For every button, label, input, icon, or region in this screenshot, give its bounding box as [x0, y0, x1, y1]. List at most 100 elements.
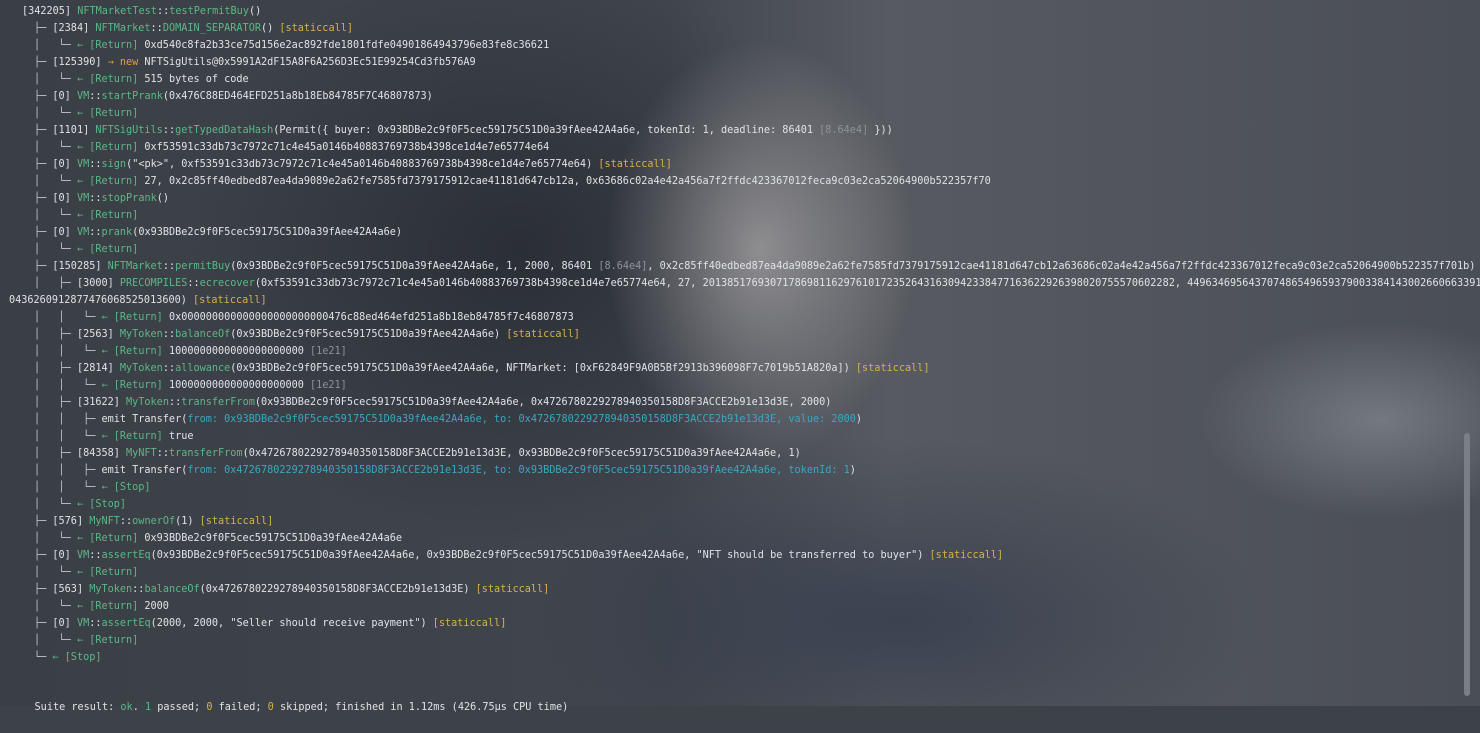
trace-line: ├─ [0] VM::assertEq(2000, 2000, "Seller …: [34, 615, 506, 632]
trace-segment: ::: [168, 397, 182, 408]
trace-segment: ← [Return]: [76, 533, 145, 544]
trace-segment: MyToken: [89, 584, 133, 595]
trace-segment: VM: [76, 550, 90, 561]
trace-line: │ └─ ← [Return]: [34, 564, 138, 581]
trace-segment: assertEq: [101, 618, 151, 629]
trace-line: [342205] NFTMarketTest::testPermitBuy(): [22, 3, 261, 20]
trace-segment: [342205]: [22, 6, 78, 17]
trace-line: ├─ [0] VM::startPrank(0x476C88ED464EFD25…: [34, 88, 433, 105]
trace-segment: (0x476C88ED464EFD251a8b18Eb84785F7C46807…: [162, 91, 433, 102]
trace-line: │ │ └─ ← [Return] 1000000000000000000000…: [34, 343, 347, 360]
terminal-output: [342205] NFTMarketTest::testPermitBuy()├…: [0, 0, 1480, 713]
trace-line: │ │ ├─ emit Transfer(from: 0x93BDBe2c9f0…: [34, 411, 862, 428]
scrollbar-thumb[interactable]: [1464, 433, 1470, 696]
trace-segment: ├─: [34, 516, 53, 527]
trace-segment: ::: [156, 448, 169, 459]
trace-segment: │ └─: [34, 635, 77, 646]
trace-segment: (0x4726780229278940350158D8F3ACCE2b91e13…: [242, 448, 801, 459]
trace-line: ├─ [0] VM::sign("<pk>", 0xf53591c33db73c…: [34, 156, 672, 173]
trace-segment: ::: [89, 550, 102, 561]
trace-segment: (0x93BDBe2c9f0F5cec59175C51D0a39fAee42A4…: [132, 227, 403, 238]
trace-segment: prank: [101, 227, 133, 238]
trace-segment: ::: [162, 363, 176, 374]
trace-segment: MyToken: [126, 397, 169, 408]
trace-segment: ├─: [34, 23, 53, 34]
trace-segment: (): [260, 23, 280, 34]
trace-segment: ← [Return]: [76, 176, 145, 187]
suite-result-prefix: Suite result:: [34, 702, 121, 713]
trace-segment: ├─: [34, 618, 53, 629]
trace-segment: VM: [76, 227, 90, 238]
trace-segment: │ │ └─: [34, 346, 102, 357]
trace-segment: ← [Return]: [101, 431, 169, 442]
trace-segment: 27, 0x2c85ff40edbed87ea4da9089e2a62fe758…: [144, 176, 991, 187]
trace-segment: → new: [107, 57, 145, 68]
suite-result-line: Suite result: ok. 1 passed; 0 failed; 0 …: [10, 682, 569, 713]
trace-segment: NFTMarket: [95, 23, 151, 34]
trace-line: │ └─ ← [Return] 0xf53591c33db73c7972c71c…: [34, 139, 549, 156]
trace-segment: [31622]: [76, 397, 127, 408]
trace-segment: VM: [76, 193, 90, 204]
trace-segment: true: [168, 431, 194, 442]
trace-segment: │ └─: [34, 40, 77, 51]
trace-segment: NFTMarket: [107, 261, 163, 272]
trace-line: ├─ [0] VM::prank(0x93BDBe2c9f0F5cec59175…: [34, 224, 402, 241]
trace-segment: NFTSigUtils: [95, 125, 163, 136]
trace-segment: NFTSigUtils@0x5991A2dF15A8F6A256D3Ec51E9…: [144, 57, 476, 68]
trace-segment: [125390]: [52, 57, 108, 68]
trace-line: │ └─ ← [Return] 0xd540c8fa2b33ce75d156e2…: [34, 37, 549, 54]
trace-segment: VM: [76, 159, 90, 170]
trace-segment: ::: [119, 516, 133, 527]
trace-segment: sign: [101, 159, 127, 170]
trace-line: ├─ [576] MyNFT::ownerOf(1) [staticcall]: [34, 513, 273, 530]
trace-segment: balanceOf: [175, 329, 231, 340]
trace-segment: ::: [89, 227, 102, 238]
trace-segment: [2384]: [52, 23, 96, 34]
trace-segment: MyToken: [119, 329, 163, 340]
trace-segment: , 0x2c85ff40edbed87ea4da9089e2a62fe7585f…: [647, 261, 1476, 272]
trace-line: │ └─ ← [Return] 2000: [34, 598, 169, 615]
trace-segment: └─: [34, 652, 53, 663]
trace-segment: ::: [150, 23, 163, 34]
trace-segment: ← [Return]: [76, 635, 139, 646]
trace-segment: ::: [156, 6, 170, 17]
trace-line: ├─ [125390] → new NFTSigUtils@0x5991A2dF…: [34, 54, 476, 71]
trace-segment: (Permit({ buyer: 0x93BDBe2c9f0F5cec59175…: [273, 125, 820, 136]
trace-segment: DOMAIN_SEPARATOR: [162, 23, 261, 34]
trace-segment: MyNFT: [126, 448, 157, 459]
trace-segment: 0x000000000000000000000000476c88ed464efd…: [168, 312, 574, 323]
trace-segment: ← [Return]: [101, 346, 169, 357]
trace-segment: │ ├─: [34, 397, 77, 408]
trace-segment: 2000: [144, 601, 169, 612]
trace-segment: VM: [76, 618, 90, 629]
trace-segment: ├─: [34, 91, 53, 102]
trace-segment: (0x93BDBe2c9f0F5cec59175C51D0a39fAee42A4…: [230, 329, 507, 340]
trace-line: │ └─ ← [Return] 515 bytes of code: [34, 71, 249, 88]
trace-line: ├─ [0] VM::assertEq(0x93BDBe2c9f0F5cec59…: [34, 547, 1003, 564]
trace-segment: ::: [89, 159, 102, 170]
trace-segment: ::: [89, 91, 102, 102]
trace-segment: from: 0x93BDBe2c9f0F5cec59175C51D0a39fAe…: [187, 414, 856, 425]
trace-segment: [1101]: [52, 125, 96, 136]
trace-line: ├─ [563] MyToken::balanceOf(0x4726780229…: [34, 581, 549, 598]
trace-segment: ::: [89, 618, 102, 629]
trace-line: │ │ └─ ← [Return] 0x00000000000000000000…: [34, 309, 574, 326]
trace-segment: ├─: [34, 57, 53, 68]
trace-segment: [8.64e4]: [819, 125, 869, 136]
trace-segment: │ └─: [34, 567, 77, 578]
trace-segment: emit Transfer(: [101, 414, 188, 425]
trace-segment: ├─: [34, 227, 53, 238]
trace-segment: ← [Return]: [101, 312, 169, 323]
trace-segment: (1): [175, 516, 200, 527]
trace-segment: [0]: [52, 618, 77, 629]
trace-segment: ): [849, 465, 856, 476]
trace-segment: │ │ └─: [34, 482, 102, 493]
trace-segment: PRECOMPILES: [119, 278, 188, 289]
trace-line: │ ├─ [2563] MyToken::balanceOf(0x93BDBe2…: [34, 326, 580, 343]
trace-line: │ └─ ← [Return] 27, 0x2c85ff40edbed87ea4…: [34, 173, 991, 190]
trace-segment: })): [868, 125, 893, 136]
trace-segment: getTypedDataHash: [175, 125, 274, 136]
trace-segment: │ └─: [34, 210, 77, 221]
trace-segment: ├─: [34, 159, 53, 170]
trace-segment: ├─: [34, 550, 53, 561]
